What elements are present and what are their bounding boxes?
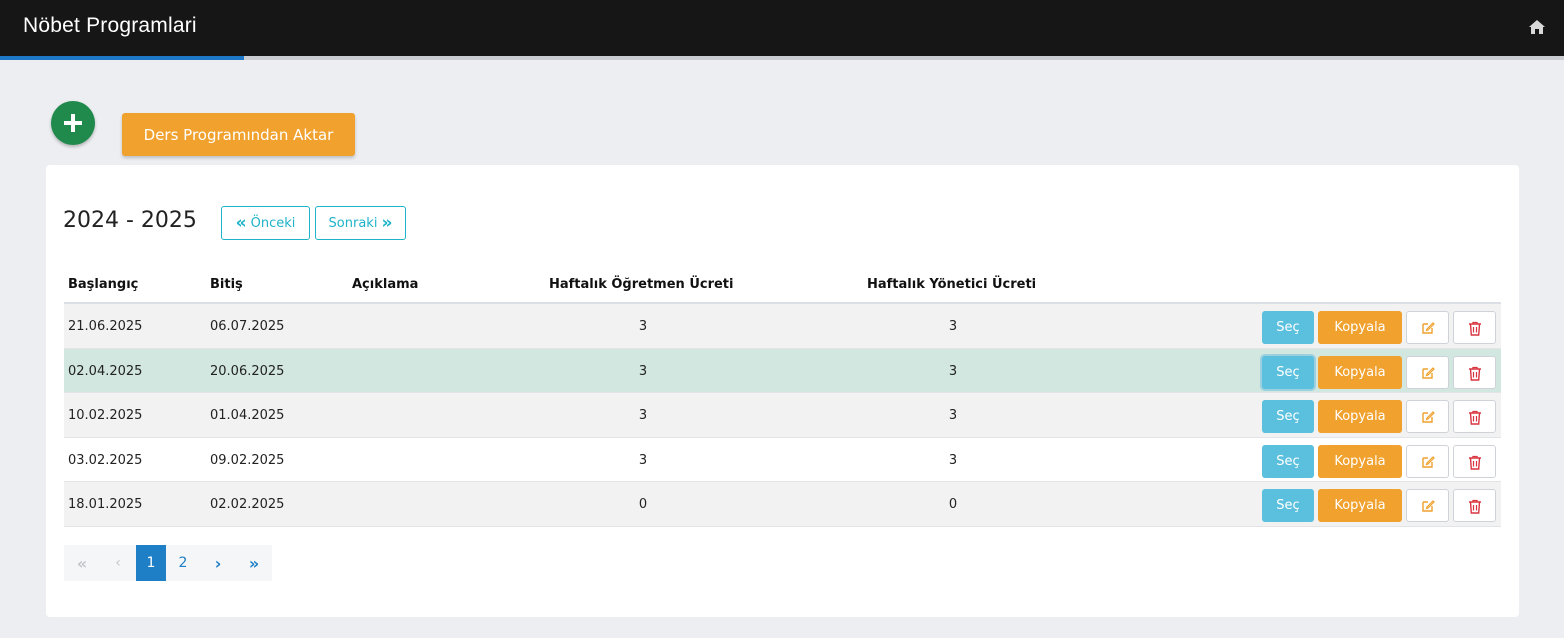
column-header-teacher-fee[interactable]: Haftalık Öğretmen Ücreti — [549, 277, 733, 292]
admin-fee: 3 — [948, 408, 958, 423]
first-page-button[interactable]: « — [64, 545, 100, 581]
table-body: 21.06.2025 06.07.2025 3 3 Seç Kopyala 02.04.20… — [64, 304, 1501, 527]
end-date: 20.06.2025 — [210, 363, 285, 379]
end-date: 09.02.2025 — [210, 452, 285, 468]
teacher-fee: 0 — [638, 497, 648, 512]
teacher-fee: 3 — [638, 319, 648, 334]
teacher-fee: 3 — [638, 452, 648, 468]
teacher-fee: 3 — [638, 363, 648, 379]
select-button[interactable]: Seç — [1262, 444, 1314, 478]
copy-button[interactable]: Kopyala — [1318, 311, 1402, 344]
edit-button[interactable] — [1406, 489, 1449, 522]
delete-button[interactable] — [1453, 400, 1496, 433]
top-bar: Nöbet Programlari — [0, 0, 1564, 56]
copy-button[interactable]: Kopyala — [1318, 355, 1402, 389]
select-button[interactable]: Seç — [1262, 311, 1314, 344]
column-header-description[interactable]: Açıklama — [352, 277, 418, 292]
table-row[interactable]: 03.02.2025 09.02.2025 3 3 Seç Kopyala — [64, 437, 1501, 482]
end-date: 01.04.2025 — [210, 408, 285, 423]
admin-fee: 3 — [948, 452, 958, 468]
delete-button[interactable] — [1453, 444, 1496, 478]
table-row[interactable]: 10.02.2025 01.04.2025 3 3 Seç Kopyala — [64, 393, 1501, 438]
table-row[interactable]: 18.01.2025 02.02.2025 0 0 Seç Kopyala — [64, 482, 1501, 527]
start-date: 03.02.2025 — [68, 452, 143, 468]
previous-page-button[interactable]: ‹ — [100, 545, 136, 581]
double-chevron-right-icon: » — [248, 553, 260, 573]
edit-button[interactable] — [1406, 400, 1449, 433]
start-date: 10.02.2025 — [68, 408, 143, 423]
copy-button[interactable]: Kopyala — [1318, 444, 1402, 478]
year-title: 2024 - 2025 — [63, 208, 197, 233]
table-row[interactable]: 02.04.2025 20.06.2025 3 3 Seç Kopyala — [64, 348, 1501, 393]
end-date: 06.07.2025 — [210, 319, 285, 334]
teacher-fee: 3 — [638, 408, 648, 423]
edit-button[interactable] — [1406, 355, 1449, 389]
select-button[interactable]: Seç — [1262, 355, 1314, 389]
table-row[interactable]: 21.06.2025 06.07.2025 3 3 Seç Kopyala — [64, 304, 1501, 349]
page-button-1[interactable]: 1 — [136, 545, 166, 581]
chevron-left-icon: ‹ — [115, 555, 121, 571]
select-button[interactable]: Seç — [1262, 400, 1314, 433]
next-label: Sonraki — [328, 215, 378, 231]
chevron-right-icon: › — [214, 553, 222, 573]
edit-button[interactable] — [1406, 444, 1449, 478]
copy-button[interactable]: Kopyala — [1318, 489, 1402, 522]
pagination: « ‹ 1 2 › » — [64, 545, 272, 581]
column-header-admin-fee[interactable]: Haftalık Yönetici Ücreti — [867, 277, 1036, 292]
double-chevron-left-icon: « — [76, 553, 88, 573]
double-chevron-left-icon: « — [235, 212, 247, 233]
next-page-button[interactable]: › — [200, 545, 236, 581]
delete-button[interactable] — [1453, 311, 1496, 344]
plus-icon — [64, 114, 82, 132]
schedule-panel: 2024 - 2025 « Önceki Sonraki » Başlangıç… — [46, 165, 1519, 617]
double-chevron-right-icon: » — [381, 212, 393, 233]
column-header-start[interactable]: Başlangıç — [68, 277, 138, 292]
last-page-button[interactable]: » — [236, 545, 272, 581]
end-date: 02.02.2025 — [210, 497, 285, 512]
delete-button[interactable] — [1453, 489, 1496, 522]
admin-fee: 0 — [948, 497, 958, 512]
progress-bar — [0, 56, 1564, 60]
delete-button[interactable] — [1453, 355, 1496, 389]
admin-fee: 3 — [948, 363, 958, 379]
progress-fill — [0, 56, 244, 60]
edit-button[interactable] — [1406, 311, 1449, 344]
start-date: 02.04.2025 — [68, 363, 143, 379]
page-title: Nöbet Programlari — [23, 14, 197, 37]
page-button-2[interactable]: 2 — [166, 545, 200, 581]
import-from-schedule-button[interactable]: Ders Programından Aktar — [122, 113, 355, 156]
home-icon[interactable] — [1528, 19, 1546, 35]
add-button[interactable] — [51, 101, 95, 145]
admin-fee: 3 — [948, 319, 958, 334]
previous-label: Önceki — [250, 215, 296, 231]
start-date: 18.01.2025 — [68, 497, 143, 512]
copy-button[interactable]: Kopyala — [1318, 400, 1402, 433]
start-date: 21.06.2025 — [68, 319, 143, 334]
previous-button[interactable]: « Önceki — [221, 206, 310, 240]
column-header-end[interactable]: Bitiş — [210, 277, 243, 292]
table-header: Başlangıç Bitiş Açıklama Haftalık Öğretm… — [64, 265, 1501, 304]
next-button[interactable]: Sonraki » — [315, 206, 406, 240]
schedule-table: Başlangıç Bitiş Açıklama Haftalık Öğretm… — [64, 265, 1501, 527]
select-button[interactable]: Seç — [1262, 489, 1314, 522]
